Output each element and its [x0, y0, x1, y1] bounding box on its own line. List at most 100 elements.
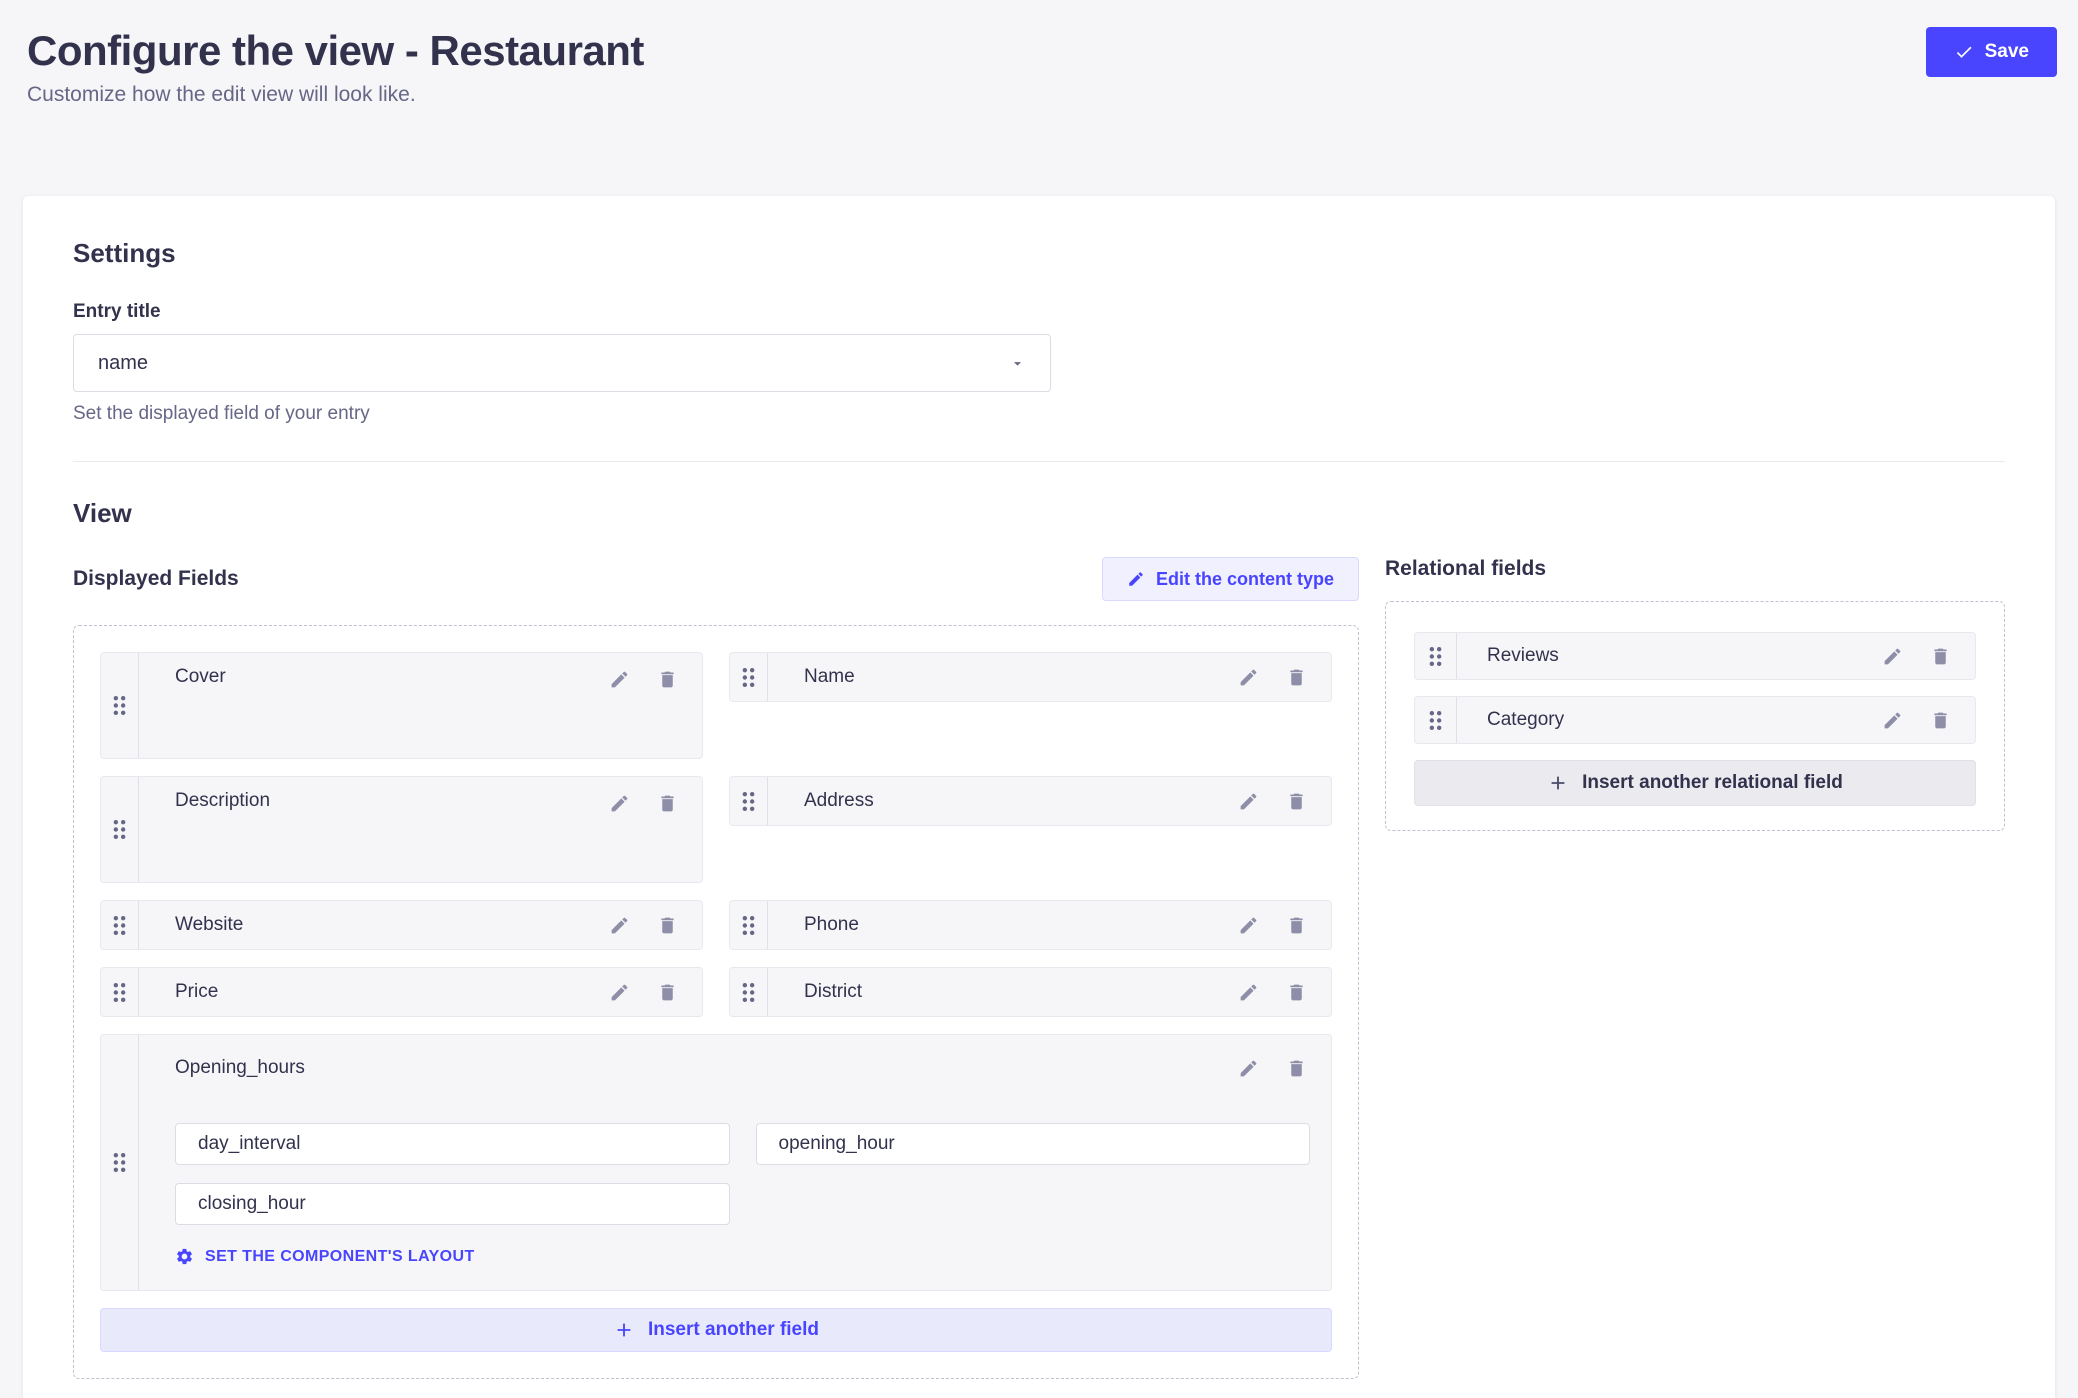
delete-field-button[interactable]: [1923, 705, 1957, 735]
drag-handle[interactable]: [101, 777, 139, 882]
delete-field-button[interactable]: [650, 664, 684, 694]
pencil-icon: [1882, 646, 1903, 667]
drag-handle[interactable]: [101, 653, 139, 758]
delete-field-button[interactable]: [1279, 910, 1313, 940]
pencil-icon: [1238, 915, 1259, 936]
component-card-header: Opening_hours: [139, 1053, 1331, 1083]
delete-field-button[interactable]: [1279, 786, 1313, 816]
relational-fields-column: Relational fields Reviews: [1385, 557, 2005, 831]
edit-content-type-button[interactable]: Edit the content type: [1102, 557, 1359, 601]
delete-field-button[interactable]: [650, 977, 684, 1007]
drag-handle[interactable]: [1415, 697, 1457, 743]
edit-field-button[interactable]: [1231, 977, 1265, 1007]
field-card-body: Phone: [768, 901, 1331, 949]
edit-field-button[interactable]: [602, 664, 636, 694]
displayed-fields-dropzone: Cover Name: [73, 625, 1359, 1379]
field-card-body: Cover: [139, 653, 702, 758]
save-button[interactable]: Save: [1926, 27, 2057, 77]
edit-field-button[interactable]: [602, 910, 636, 940]
field-card-name: Name: [729, 652, 1332, 702]
field-label: Price: [139, 981, 602, 1003]
displayed-fields-column: Displayed Fields Edit the content type C…: [73, 557, 1359, 1379]
view-heading: View: [73, 498, 2005, 529]
edit-field-button[interactable]: [602, 977, 636, 1007]
drag-handle[interactable]: [730, 653, 768, 701]
drag-handle[interactable]: [730, 968, 768, 1016]
field-label: Website: [139, 914, 602, 936]
pencil-icon: [609, 982, 630, 1003]
delete-field-button[interactable]: [1279, 977, 1313, 1007]
edit-field-button[interactable]: [602, 788, 636, 818]
field-card-address: Address: [729, 776, 1332, 826]
component-subfields: day_interval opening_hour closing_hour: [175, 1123, 1310, 1225]
relational-card-category: Category: [1414, 696, 1976, 744]
drag-icon: [112, 1151, 127, 1174]
trash-icon: [1286, 982, 1307, 1003]
drag-icon: [112, 914, 127, 937]
fields-grid: Cover Name: [100, 652, 1332, 1017]
drag-handle[interactable]: [101, 968, 139, 1016]
field-actions: [602, 910, 702, 940]
field-card-district: District: [729, 967, 1332, 1017]
insert-relational-field-button[interactable]: Insert another relational field: [1414, 760, 1976, 806]
field-label: Phone: [768, 914, 1231, 936]
drag-icon: [112, 818, 127, 841]
field-actions: [1231, 662, 1331, 692]
drag-handle[interactable]: [101, 901, 139, 949]
field-card-phone: Phone: [729, 900, 1332, 950]
delete-field-button[interactable]: [1279, 1053, 1313, 1083]
field-actions: [602, 664, 702, 694]
drag-handle[interactable]: [1415, 633, 1457, 679]
trash-icon: [1286, 1058, 1307, 1079]
drag-icon: [1428, 709, 1443, 732]
trash-icon: [1930, 710, 1951, 731]
edit-field-button[interactable]: [1875, 705, 1909, 735]
field-card-body: District: [768, 968, 1331, 1016]
gear-icon: [175, 1247, 194, 1266]
field-label: Name: [768, 666, 1231, 688]
pencil-icon: [1238, 1058, 1259, 1079]
insert-another-field-button[interactable]: Insert another field: [100, 1308, 1332, 1352]
drag-handle[interactable]: [730, 901, 768, 949]
displayed-fields-label: Displayed Fields: [73, 567, 239, 591]
displayed-fields-header: Displayed Fields Edit the content type: [73, 557, 1359, 601]
pencil-icon: [1127, 570, 1145, 588]
set-component-layout-label: SET THE COMPONENT'S LAYOUT: [205, 1248, 475, 1266]
drag-handle[interactable]: [730, 777, 768, 825]
page-header: Configure the view - Restaurant Customiz…: [0, 0, 2078, 107]
entry-title-hint: Set the displayed field of your entry: [73, 403, 2005, 425]
delete-field-button[interactable]: [1923, 641, 1957, 671]
field-card-body: Category: [1457, 697, 1975, 743]
edit-field-button[interactable]: [1231, 1053, 1265, 1083]
pencil-icon: [609, 915, 630, 936]
pencil-icon: [609, 669, 630, 690]
entry-title-select[interactable]: name: [73, 334, 1051, 392]
drag-icon: [112, 694, 127, 717]
delete-field-button[interactable]: [650, 910, 684, 940]
edit-field-button[interactable]: [1875, 641, 1909, 671]
edit-field-button[interactable]: [1231, 910, 1265, 940]
insert-another-field-label: Insert another field: [648, 1319, 819, 1341]
delete-field-button[interactable]: [1279, 662, 1313, 692]
drag-icon: [741, 981, 756, 1004]
config-panel: Settings Entry title name Set the displa…: [23, 196, 2055, 1398]
field-card-description: Description: [100, 776, 703, 883]
field-actions: [1875, 705, 1975, 735]
set-component-layout-link[interactable]: SET THE COMPONENT'S LAYOUT: [175, 1247, 475, 1266]
component-actions: [1231, 1053, 1331, 1083]
edit-field-button[interactable]: [1231, 786, 1265, 816]
drag-handle[interactable]: [101, 1035, 139, 1290]
pencil-icon: [1238, 667, 1259, 688]
plus-icon: [1547, 772, 1569, 794]
pencil-icon: [1238, 791, 1259, 812]
page-heading-block: Configure the view - Restaurant Customiz…: [27, 27, 644, 107]
drag-icon: [741, 790, 756, 813]
delete-field-button[interactable]: [650, 788, 684, 818]
edit-field-button[interactable]: [1231, 662, 1265, 692]
trash-icon: [657, 793, 678, 814]
save-button-label: Save: [1985, 41, 2029, 63]
entry-title-label: Entry title: [73, 301, 2005, 323]
field-card-body: Reviews: [1457, 633, 1975, 679]
drag-icon: [1428, 645, 1443, 668]
pencil-icon: [1238, 982, 1259, 1003]
